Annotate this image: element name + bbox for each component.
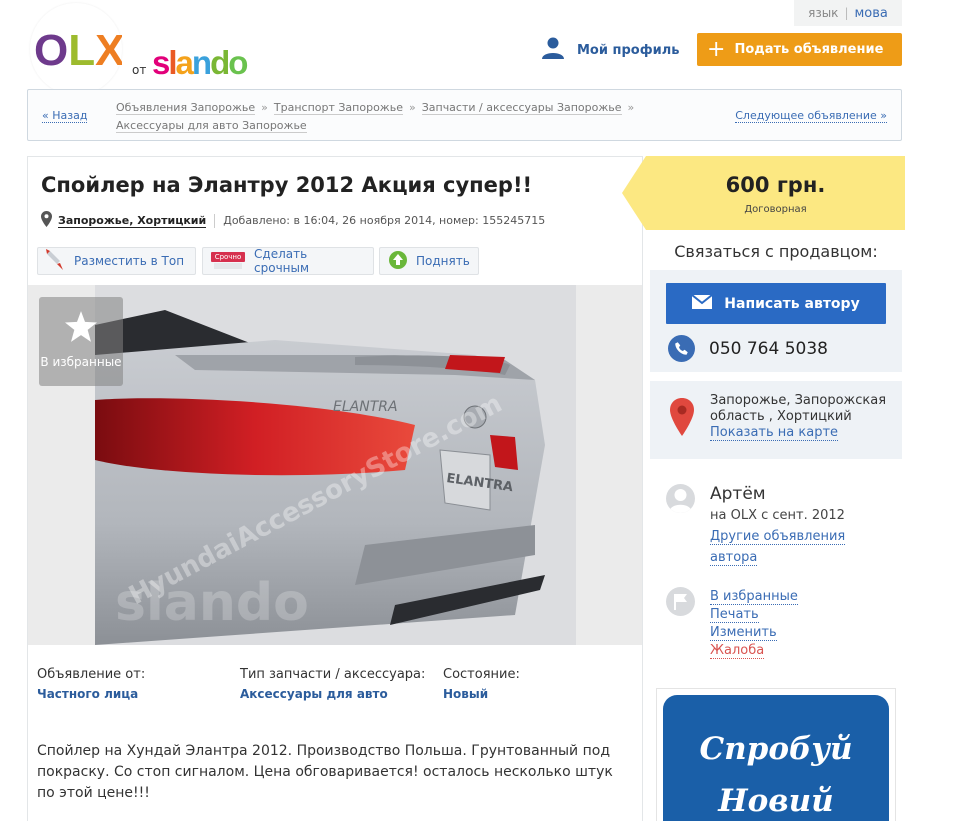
ad-meta: Запорожье, Хортицкий Добавлено: в 16:04,…: [41, 211, 545, 230]
attribute-part-type: Тип запчасти / аксессуара: Аксессуары дл…: [240, 667, 425, 701]
breadcrumb-separator: »: [261, 101, 268, 114]
location-pin-icon: [41, 211, 52, 230]
ad-description: Спойлер на Хундай Элантра 2012. Производ…: [37, 743, 613, 801]
plus-icon: +: [707, 36, 726, 62]
envelope-icon: [691, 293, 713, 313]
breadcrumb: « Назад Объявления Запорожье » Транспорт З…: [27, 89, 902, 141]
attribute-seller-type: Объявление от: Частного лица: [37, 667, 145, 701]
promote-top-button[interactable]: Разместить в Топ: [37, 247, 196, 275]
lang-russian-link[interactable]: язык: [808, 6, 838, 20]
lang-ukrainian-link[interactable]: мова: [854, 6, 887, 21]
attribute-condition: Состояние: Новый: [443, 667, 520, 701]
make-urgent-button[interactable]: Срочно Сделать срочным: [202, 247, 374, 275]
next-ad-link[interactable]: Следующее объявление »: [735, 109, 887, 123]
seller-name: Артём: [710, 484, 766, 504]
seller-phone[interactable]: 050 764 5038: [668, 335, 828, 362]
photo-badge-text: ELANTRA: [333, 399, 398, 415]
edit-label: Изменить: [710, 625, 777, 641]
star-icon: [65, 311, 97, 345]
contact-heading: Связаться с продавцом:: [674, 242, 878, 261]
map-pin-icon: [670, 398, 694, 440]
urgent-badge-icon: Срочно: [211, 251, 246, 271]
raise-arrow-icon: [388, 250, 408, 273]
breadcrumb-separator: »: [408, 101, 416, 114]
add-to-favorites-tile[interactable]: В избранные: [39, 297, 123, 386]
logo-from-text: от: [132, 63, 147, 77]
seller-other-ads-link[interactable]: Другие объявления автора: [710, 526, 860, 568]
flag-icon: [666, 587, 695, 616]
report-label: Жалоба: [710, 643, 765, 659]
rocket-icon: [46, 248, 66, 274]
language-switcher: язык | мова: [794, 0, 902, 26]
my-profile-link[interactable]: Мой профиль: [541, 36, 679, 64]
phone-number: 050 764 5038: [709, 338, 828, 359]
my-profile-label: Мой профиль: [577, 42, 680, 58]
promote-top-label: Разместить в Топ: [74, 254, 185, 268]
attribute-value-link[interactable]: Новый: [443, 687, 520, 701]
attribute-label: Тип запчасти / аксессуара:: [240, 667, 426, 682]
write-author-button[interactable]: Написать автору: [666, 283, 886, 324]
banner-line-2: Новий: [718, 783, 834, 819]
seller-address: Запорожье, Запорожская область , Хортицк…: [710, 393, 890, 441]
olx-logo[interactable]: OLX: [30, 3, 124, 95]
edit-link[interactable]: Изменить: [710, 624, 798, 642]
breadcrumb-item[interactable]: Аксессуары для авто Запорожье: [116, 119, 307, 133]
raise-ad-label: Поднять: [416, 254, 470, 268]
favorite-tile-label: В избранные: [40, 355, 122, 369]
price-amount: 600 грн.: [725, 173, 826, 197]
post-ad-label: Подать объявление: [734, 42, 884, 57]
seller-avatar: [666, 484, 695, 513]
breadcrumb-item[interactable]: Запчасти / аксессуары Запорожье: [421, 101, 622, 115]
user-icon: [541, 36, 565, 64]
price-negotiable: Договорная: [744, 204, 807, 215]
banner-background: Спробуй Новий: [663, 695, 889, 821]
make-urgent-label: Сделать срочным: [254, 247, 310, 275]
ad-title: Спойлер на Элантру 2012 Акция супер!!: [41, 173, 533, 197]
photo-logo-watermark: slando: [115, 573, 309, 633]
attribute-label: Объявление от:: [37, 667, 146, 682]
slando-logo[interactable]: slando: [152, 44, 248, 82]
car-spoiler-image: ELANTRA ELANTRA HyundaiAccessoryStore.co…: [95, 285, 576, 645]
phone-icon: [668, 335, 695, 362]
seller-other-ads-label: Другие объявления автора: [710, 529, 846, 566]
ad-banner[interactable]: Спробуй Новий: [656, 688, 896, 821]
report-link[interactable]: Жалоба: [710, 642, 798, 660]
print-link[interactable]: Печать: [710, 606, 798, 624]
attribute-value-link[interactable]: Аксессуары для авто: [240, 687, 425, 701]
breadcrumb-separator: »: [627, 101, 635, 114]
breadcrumb-trail: Объявления Запорожье » Транспорт Запорожье…: [116, 99, 711, 135]
post-ad-button[interactable]: + Подать объявление: [697, 33, 902, 66]
address-text: Запорожье, Запорожская область , Хортицк…: [710, 393, 887, 424]
attribute-value-link[interactable]: Частного лица: [37, 687, 145, 701]
write-author-label: Написать автору: [724, 295, 860, 312]
print-label: Печать: [710, 607, 759, 623]
attribute-label: Состояние:: [443, 667, 520, 682]
add-favorite-link[interactable]: В избранные: [710, 588, 798, 606]
urgent-badge-text: Срочно: [211, 252, 245, 262]
lang-separator: |: [844, 6, 849, 20]
olx-logo-mark: OLX: [34, 26, 124, 75]
breadcrumb-item[interactable]: Транспорт Запорожье: [273, 101, 403, 115]
raise-ad-button[interactable]: Поднять: [379, 247, 479, 275]
banner-line-1: Спробуй: [699, 731, 853, 767]
add-favorite-label: В избранные: [710, 589, 798, 605]
seller-since: на OLX с сент. 2012: [710, 508, 845, 523]
ad-added-info: Добавлено: в 16:04, 26 ноября 2014, номе…: [223, 214, 546, 227]
ad-actions-links: В избранные Печать Изменить Жалоба: [710, 588, 798, 660]
svg-text:OLX: OLX: [34, 26, 122, 75]
breadcrumb-item[interactable]: Объявления Запорожье: [116, 101, 256, 115]
back-link[interactable]: « Назад: [42, 109, 88, 123]
show-on-map-link[interactable]: Показать на карте: [710, 425, 839, 441]
ad-location-link[interactable]: Запорожье, Хортицкий: [58, 214, 207, 228]
meta-divider: [214, 213, 216, 228]
